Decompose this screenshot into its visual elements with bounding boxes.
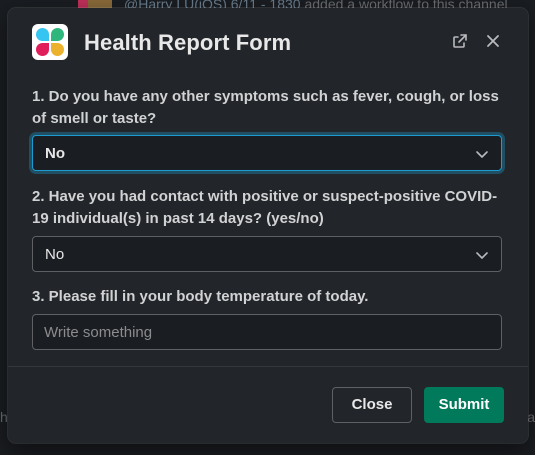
modal-title: Health Report Form: [84, 30, 292, 55]
question-1-selected-value: No: [45, 145, 65, 162]
background-right-text: a: [527, 409, 535, 425]
open-external-icon[interactable]: [451, 32, 471, 52]
temperature-input[interactable]: [32, 314, 502, 350]
close-icon[interactable]: [484, 32, 504, 52]
close-button[interactable]: Close: [332, 387, 412, 423]
question-2-select[interactable]: No: [32, 236, 502, 272]
question-1-select[interactable]: No: [32, 135, 502, 171]
question-2-label: 2. Have you had contact with positive or…: [32, 188, 498, 227]
slack-workflow-icon: [32, 24, 68, 60]
question-3-label: 3. Please fill in your body temperature …: [32, 288, 369, 305]
question-2-selected-value: No: [45, 246, 65, 263]
background-left-text: h: [0, 409, 8, 425]
modal-header: Health Report Form: [8, 8, 528, 74]
question-1-label: 1. Do you have any other symptoms such a…: [32, 88, 499, 127]
chevron-down-icon: [475, 147, 489, 166]
chevron-down-icon: [475, 248, 489, 267]
footer-divider: [8, 366, 528, 367]
health-report-modal: Health Report Form 1. Do you have any ot…: [8, 8, 528, 443]
submit-button[interactable]: Submit: [424, 387, 504, 423]
